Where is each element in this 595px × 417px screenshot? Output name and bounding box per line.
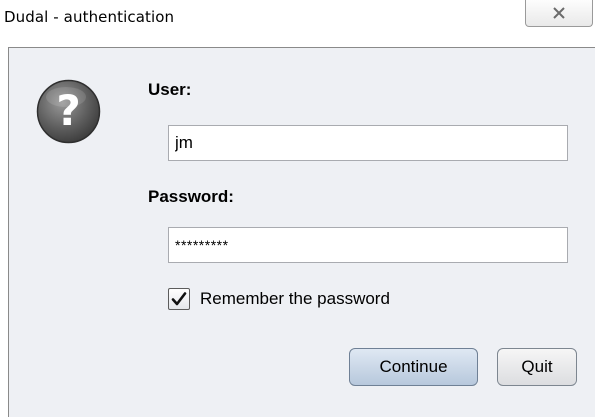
- question-icon: ?: [36, 79, 101, 144]
- remember-password-option[interactable]: Remember the password: [168, 288, 390, 310]
- checkmark-icon: [171, 292, 187, 306]
- auth-dialog: Dudal - authentication ? User: Password:: [0, 0, 595, 417]
- title-bar: Dudal - authentication: [0, 0, 595, 45]
- user-input[interactable]: [168, 125, 568, 161]
- user-label: User:: [148, 80, 192, 99]
- window-title: Dudal - authentication: [4, 8, 175, 26]
- password-input[interactable]: [168, 227, 568, 263]
- continue-button[interactable]: Continue: [349, 348, 478, 386]
- svg-text:?: ?: [56, 86, 80, 135]
- password-label: Password:: [148, 187, 234, 206]
- quit-button[interactable]: Quit: [497, 348, 577, 386]
- close-button[interactable]: [525, 0, 593, 27]
- remember-label: Remember the password: [200, 289, 390, 308]
- remember-checkbox[interactable]: [168, 288, 190, 310]
- close-icon: [553, 7, 565, 19]
